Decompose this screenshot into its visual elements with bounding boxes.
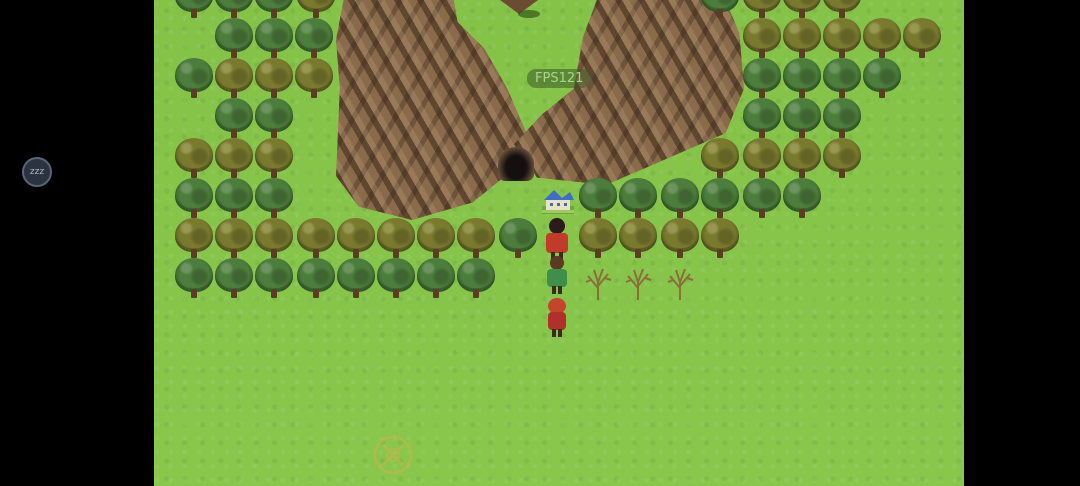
- mountain-range-left: [336, 0, 526, 220]
- tree: [862, 18, 902, 60]
- tree: [294, 18, 334, 60]
- party-member-sprite: [542, 298, 572, 340]
- tree: [214, 138, 254, 180]
- fps-counter: FPS121: [527, 69, 592, 88]
- tree: [782, 18, 822, 60]
- tree: [822, 138, 862, 180]
- tree: [174, 138, 214, 180]
- destination-marker-icon: [372, 434, 414, 476]
- tree: [336, 218, 376, 260]
- tree: [254, 0, 294, 20]
- tree: [254, 98, 294, 140]
- tree: [782, 138, 822, 180]
- tree: [498, 218, 538, 260]
- letterbox-right: [964, 0, 1080, 486]
- tree: [254, 218, 294, 260]
- tree: [296, 0, 336, 20]
- tree: [618, 178, 658, 220]
- tree: [700, 218, 740, 260]
- tree: [618, 218, 658, 260]
- tree: [174, 258, 214, 300]
- tree: [456, 258, 496, 300]
- tree: [254, 138, 294, 180]
- tree: [416, 218, 456, 260]
- tree: [416, 258, 456, 300]
- tree: [376, 218, 416, 260]
- tree: [456, 218, 496, 260]
- tree: [742, 18, 782, 60]
- tree: [822, 58, 862, 100]
- tree: [902, 18, 942, 60]
- sleep-icon: zzz: [29, 167, 45, 177]
- tree: [254, 258, 294, 300]
- tree: [214, 178, 254, 220]
- tree: [296, 218, 336, 260]
- tree: [782, 58, 822, 100]
- tree: [254, 18, 294, 60]
- tree: [822, 0, 862, 20]
- tree: [742, 58, 782, 100]
- tree: [742, 178, 782, 220]
- game-map[interactable]: FPS121: [154, 0, 964, 486]
- tree: [782, 0, 822, 20]
- tree: [174, 58, 214, 100]
- tree: [214, 58, 254, 100]
- tree: [294, 58, 334, 100]
- tree: [660, 218, 700, 260]
- house-icon[interactable]: [540, 186, 576, 216]
- peak-shadow: [518, 10, 540, 18]
- tree: [296, 258, 336, 300]
- letterbox-left: zzz: [0, 0, 154, 486]
- tree: [336, 258, 376, 300]
- tree: [578, 178, 618, 220]
- tree: [782, 98, 822, 140]
- tree: [660, 178, 700, 220]
- bare-shrub: [660, 262, 700, 304]
- tree: [214, 258, 254, 300]
- tree: [214, 218, 254, 260]
- cave-entrance[interactable]: [498, 147, 534, 181]
- tree: [214, 0, 254, 20]
- tree: [862, 58, 902, 100]
- tree: [376, 258, 416, 300]
- tree: [782, 178, 822, 220]
- bare-shrub: [578, 262, 618, 304]
- tree: [174, 0, 214, 20]
- tree: [700, 138, 740, 180]
- party-member-sprite: [544, 256, 570, 296]
- tree: [214, 18, 254, 60]
- tree: [174, 178, 214, 220]
- tree: [742, 138, 782, 180]
- tree: [822, 18, 862, 60]
- tree: [822, 98, 862, 140]
- tree: [254, 178, 294, 220]
- bare-shrub: [618, 262, 658, 304]
- tree: [174, 218, 214, 260]
- sleep-button[interactable]: zzz: [22, 157, 52, 187]
- tree: [742, 0, 782, 20]
- tree: [700, 0, 740, 20]
- tree: [254, 58, 294, 100]
- tree: [700, 178, 740, 220]
- tree: [578, 218, 618, 260]
- tree: [742, 98, 782, 140]
- tree: [214, 98, 254, 140]
